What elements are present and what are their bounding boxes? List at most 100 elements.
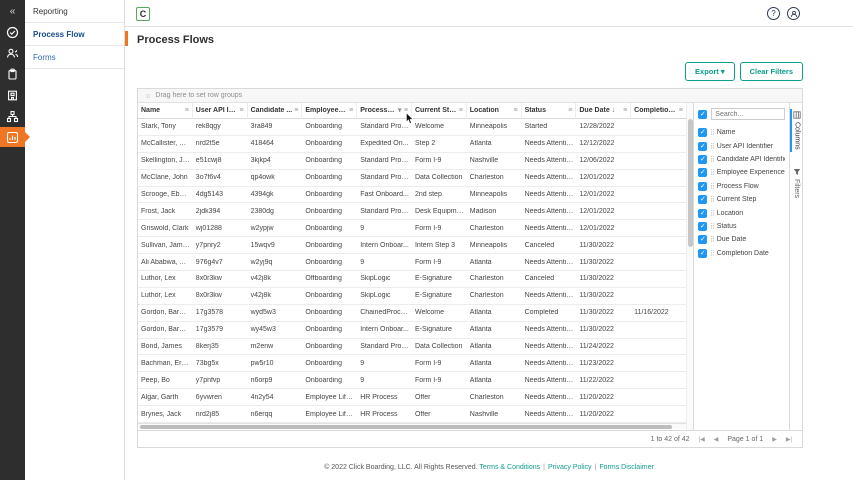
panel-column-item-process-flow[interactable]: ✓ ⣿ Process Flow — [698, 180, 785, 193]
first-page-button[interactable]: |◀ — [699, 436, 705, 443]
table-cell: qp4owk — [250, 174, 275, 182]
panel-column-item-completion-date[interactable]: ✓ ⣿ Completion Date — [698, 247, 785, 260]
table-row[interactable]: Bachman, Erlich 73bg5x pw5r10 Onboarding 9 Fo… — [138, 355, 686, 373]
sidebar-item-process-flow[interactable]: Process Flow — [25, 23, 124, 46]
footer-link-terms-conditions[interactable]: Terms & Conditions — [479, 464, 540, 471]
table-row[interactable]: Brynes, Jack nrd2j85 n6erqq Employee Life..… — [138, 406, 686, 423]
drag-grip-icon[interactable]: ⣿ — [710, 250, 715, 257]
profile-icon[interactable] — [787, 7, 800, 20]
column-header-location[interactable]: Location ≡ — [467, 102, 522, 119]
table-cell: Employee Life... — [305, 410, 356, 418]
clipboard-icon[interactable] — [0, 64, 25, 85]
table-cell: Charleston — [469, 275, 504, 283]
column-header-name[interactable]: Name ≡ — [138, 102, 193, 119]
table-cell: wj01288 — [195, 224, 222, 232]
drag-grip-icon[interactable]: ⣿ — [710, 169, 715, 176]
column-checkbox[interactable]: ✓ — [698, 181, 708, 191]
vertical-scrollbar[interactable] — [685, 103, 694, 430]
table-row[interactable]: Skellington, Ja... e51cwj8 3kjkp4 Onboardin… — [138, 153, 686, 170]
table-row[interactable]: Bond, James 8kerj35 m2enw Onboarding Standar… — [138, 339, 686, 356]
panel-column-item-name[interactable]: ✓ ⣿ Name — [698, 126, 785, 139]
column-header-completion[interactable]: Completion... ≡ — [631, 103, 686, 119]
table-cell: Form I-9 — [414, 157, 442, 165]
last-page-button[interactable]: ▶| — [786, 436, 792, 443]
column-header-current-step[interactable]: Current Step ≡ — [412, 102, 467, 119]
panel-column-item-candidate-api-identifier[interactable]: ✓ ⣿ Candidate API Identifier — [698, 153, 785, 166]
drag-grip-icon[interactable]: ⣿ — [710, 210, 715, 217]
column-checkbox[interactable]: ✓ — [698, 221, 708, 231]
table-cell: 12/01/2022 — [579, 174, 615, 182]
table-row[interactable]: Ali Ababwa, Al... 976g4v7 w2yj9q Onboarding… — [138, 254, 686, 272]
clear-filters-button[interactable]: Clear Filters — [739, 62, 803, 81]
table-row[interactable]: McClane, John 3o7f6v4 qp4owk Onboarding Stan… — [138, 170, 686, 187]
table-row[interactable]: Griswold, Clark wj01288 w2ypjw Onboarding 9 F… — [138, 220, 686, 238]
drag-grip-icon[interactable]: ⣿ — [710, 236, 715, 243]
table-cell: Form I-9 — [414, 258, 442, 266]
column-checkbox[interactable]: ✓ — [698, 168, 708, 178]
org-chart-icon[interactable] — [0, 106, 25, 127]
column-checkbox[interactable]: ✓ — [698, 235, 708, 245]
table-row[interactable]: Sullivan, Jame... y7pnry2 15wqv9 Onboarding… — [138, 237, 686, 255]
table-cell: Sullivan, Jame... — [141, 241, 193, 249]
prev-page-button[interactable]: ◀ — [714, 436, 719, 443]
table-cell: Charleston — [469, 224, 504, 232]
column-header-user-api-id[interactable]: User API Id... ≡ — [193, 102, 248, 119]
drag-grip-icon[interactable]: ⣿ — [710, 196, 715, 203]
panel-column-item-due-date[interactable]: ✓ ⣿ Due Date — [698, 233, 785, 246]
drag-grip-icon[interactable]: ⣿ — [710, 143, 715, 150]
drag-grip-icon[interactable]: ⣿ — [710, 223, 715, 230]
footer-link-privacy-policy[interactable]: Privacy Policy — [548, 464, 592, 471]
table-row[interactable]: Peep, Bo y7pnfvp n6orp9 Onboarding 9 Form I-9… — [138, 372, 686, 390]
export-button[interactable]: Export ▾ — [685, 62, 735, 81]
column-search-input[interactable] — [711, 108, 786, 120]
panel-column-item-user-api-identifier[interactable]: ✓ ⣿ User API Identifier — [698, 139, 785, 152]
next-page-button[interactable]: ▶ — [772, 436, 777, 443]
column-checkbox[interactable]: ✓ — [698, 208, 708, 218]
table-cell: Onboarding — [305, 157, 342, 165]
check-circle-icon[interactable] — [0, 22, 25, 43]
column-header-process-flow[interactable]: Process Flow≡ — [357, 102, 412, 119]
table-row[interactable]: Gordon, Barbara 17g3578 wyd5w3 Onboarding Ch… — [138, 305, 686, 322]
column-header-status[interactable]: Status ≡ — [522, 102, 577, 119]
table-cell: 12/01/2022 — [579, 191, 615, 198]
table-row[interactable]: Scrooge, Eben... 4dg5143 4394gk Onboarding F… — [138, 187, 686, 204]
table-row[interactable]: McCallister, Ke... nrd2t5e 418464 Onboardin… — [138, 136, 686, 153]
bar-chart-icon[interactable] — [0, 127, 30, 147]
drag-grip-icon[interactable]: ⣿ — [710, 129, 715, 136]
people-icon[interactable] — [0, 43, 25, 64]
table-row[interactable]: Frost, Jack 2jdk394 2380dg Onboarding Standa… — [138, 203, 686, 221]
tab-filters[interactable]: Filters — [791, 166, 802, 200]
table-row[interactable]: Algar, Garth 6yvwren 4n2y54 Employee Life..… — [138, 389, 686, 407]
tab-columns[interactable]: Columns — [790, 109, 802, 152]
column-checkbox[interactable]: ✓ — [698, 195, 708, 205]
column-header-employee-e[interactable]: Employee E... ≡ — [302, 102, 358, 119]
help-icon[interactable]: ? — [767, 7, 780, 20]
table-row[interactable]: Luthor, Lex 8x0r3kw v42j8k Onboarding SkipLo… — [138, 288, 686, 305]
footer-link-forms-disclaimer[interactable]: Forms Disclaimer — [599, 464, 653, 471]
table-row[interactable]: Luthor, Lex 8x0r3kw v42j8k Offboarding SkipL… — [138, 271, 686, 288]
table-row[interactable]: Gordon, Barbara 17g3579 wy45w3 Onboarding In… — [138, 322, 686, 339]
row-group-dropzone[interactable]: ⣶ Drag here to set row groups — [138, 89, 802, 103]
column-checkbox[interactable]: ✓ — [698, 154, 708, 164]
column-checkbox[interactable]: ✓ — [698, 141, 708, 151]
column-header-candidate[interactable]: Candidate ... ≡ — [248, 102, 303, 119]
panel-column-item-status[interactable]: ✓ ⣿ Status — [698, 220, 785, 233]
drag-grip-icon[interactable]: ⣿ — [710, 156, 715, 163]
column-checkbox[interactable]: ✓ — [698, 248, 708, 258]
table-cell: y7pnry2 — [195, 241, 221, 249]
table-cell: 11/30/2022 — [579, 326, 614, 334]
panel-column-item-employee-experience[interactable]: ✓ ⣿ Employee Experience — [698, 166, 785, 179]
collapse-icon[interactable]: « — [0, 0, 25, 22]
table-cell: Charleston — [469, 393, 504, 401]
table-cell: Needs Attention — [524, 393, 575, 401]
select-all-checkbox[interactable]: ✓ — [698, 109, 708, 119]
drag-grip-icon[interactable]: ⣿ — [710, 183, 715, 190]
column-header-due-date[interactable]: Due Date ↓ ≡ — [576, 102, 632, 119]
sidebar-item-forms[interactable]: Forms — [25, 46, 124, 69]
building-icon[interactable] — [0, 85, 25, 106]
panel-column-item-location[interactable]: ✓ ⣿ Location — [698, 206, 785, 219]
column-checkbox[interactable]: ✓ — [698, 128, 708, 138]
horizontal-scrollbar[interactable] — [138, 423, 686, 429]
table-cell: Offboarding — [305, 275, 342, 283]
panel-column-item-current-step[interactable]: ✓ ⣿ Current Step — [698, 193, 785, 206]
